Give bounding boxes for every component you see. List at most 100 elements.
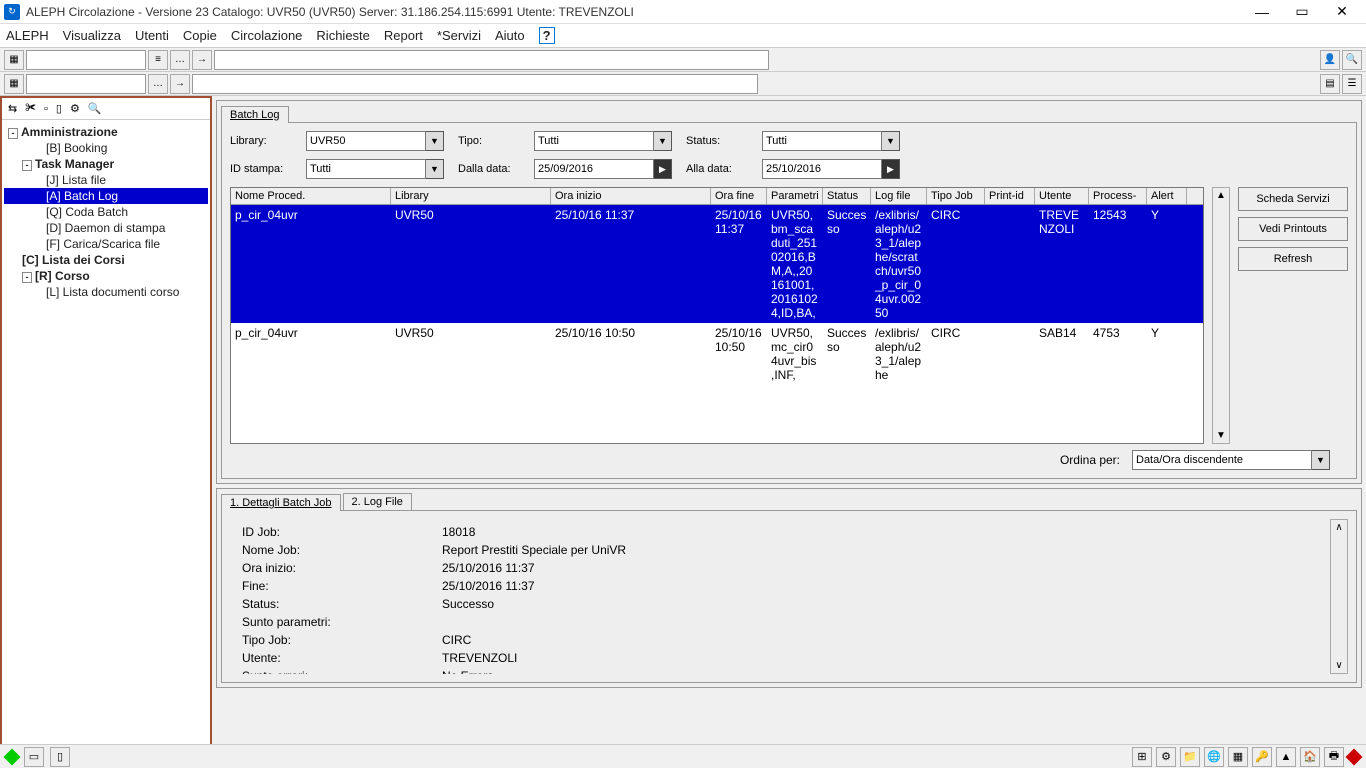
col-print-id[interactable]: Print-id: [985, 188, 1035, 204]
tb1-input[interactable]: [26, 50, 146, 70]
col-process[interactable]: Process-: [1089, 188, 1147, 204]
maximize-button[interactable]: ▭: [1282, 0, 1322, 24]
minimize-button[interactable]: —: [1242, 0, 1282, 24]
refresh-button[interactable]: Refresh: [1238, 247, 1348, 271]
col-ora-fine[interactable]: Ora fine: [711, 188, 767, 204]
col-parametri[interactable]: Parametri: [767, 188, 823, 204]
col-log-file[interactable]: Log file: [871, 188, 927, 204]
filter-tipo[interactable]: [534, 131, 654, 151]
nav-icon-5[interactable]: ⚙: [70, 102, 80, 115]
scroll-down-icon[interactable]: ▼: [1216, 430, 1226, 441]
col-tipo-job[interactable]: Tipo Job: [927, 188, 985, 204]
menu-visualizza[interactable]: Visualizza: [63, 28, 121, 43]
scheda-servizi-button[interactable]: Scheda Servizi: [1238, 187, 1348, 211]
tb1-go-icon[interactable]: →: [192, 50, 212, 70]
table-row[interactable]: p_cir_04uvrUVR5025/10/16 11:3725/10/16 1…: [231, 205, 1203, 323]
filter-alla-data[interactable]: [762, 159, 882, 179]
tree-lista-documenti-corso[interactable]: [L] Lista documenti corso: [4, 284, 208, 300]
sort-combo[interactable]: [1132, 450, 1312, 470]
vedi-printouts-button[interactable]: Vedi Printouts: [1238, 217, 1348, 241]
dropdown-icon[interactable]: ▼: [426, 131, 444, 151]
menu-circolazione[interactable]: Circolazione: [231, 28, 303, 43]
menu-richieste[interactable]: Richieste: [316, 28, 369, 43]
sb-icon-6[interactable]: 🔑: [1252, 747, 1272, 767]
tb2-list-icon[interactable]: ☰: [1342, 74, 1362, 94]
nav-icon-2[interactable]: ✀: [25, 102, 36, 115]
filter-dalla-data[interactable]: [534, 159, 654, 179]
tree-daemon-stampa[interactable]: [D] Daemon di stampa: [4, 220, 208, 236]
tab-dettagli[interactable]: 1. Dettagli Batch Job: [221, 494, 341, 511]
tree-amministrazione[interactable]: -Amministrazione: [4, 124, 208, 140]
col-status[interactable]: Status: [823, 188, 871, 204]
menu-servizi[interactable]: *Servizi: [437, 28, 481, 43]
help-icon[interactable]: ?: [539, 27, 555, 44]
sb-icon-5[interactable]: ▦: [1228, 747, 1248, 767]
sb-icon-2[interactable]: ⚙: [1156, 747, 1176, 767]
col-utente[interactable]: Utente: [1035, 188, 1089, 204]
dropdown-icon[interactable]: ▼: [1312, 450, 1330, 470]
tab-batch-log[interactable]: Batch Log: [221, 106, 289, 123]
tb1-btn1[interactable]: ▦: [4, 50, 24, 70]
tb1-wide-input[interactable]: [214, 50, 769, 70]
tree-lista-file[interactable]: [J] Lista file: [4, 172, 208, 188]
filter-status[interactable]: [762, 131, 882, 151]
dropdown-icon[interactable]: ▼: [654, 131, 672, 151]
status-indicator-red: [1346, 748, 1363, 765]
table-row[interactable]: p_cir_04uvrUVR5025/10/16 10:5025/10/16 1…: [231, 323, 1203, 385]
close-button[interactable]: ✕: [1322, 0, 1362, 24]
col-alert[interactable]: Alert: [1147, 188, 1187, 204]
filter-idstampa[interactable]: [306, 159, 426, 179]
nav-icon-4[interactable]: ▯: [56, 102, 62, 115]
menu-utenti[interactable]: Utenti: [135, 28, 169, 43]
tab-log-file[interactable]: 2. Log File: [343, 493, 412, 510]
label-library: Library:: [230, 135, 300, 147]
tb2-btn1[interactable]: ▦: [4, 74, 24, 94]
dropdown-icon[interactable]: ▼: [882, 131, 900, 151]
tb1-ellipsis-icon[interactable]: …: [170, 50, 190, 70]
col-nome-proced[interactable]: Nome Proced.: [231, 188, 391, 204]
tree-task-manager[interactable]: -Task Manager: [4, 156, 208, 172]
tree-booking[interactable]: [B] Booking: [4, 140, 208, 156]
dropdown-icon[interactable]: ▼: [426, 159, 444, 179]
nav-icon-6[interactable]: 🔍: [88, 102, 102, 115]
nav-icon-1[interactable]: ⇆: [8, 102, 17, 115]
tb1-binoculars-icon[interactable]: 🔍: [1342, 50, 1362, 70]
tb2-input[interactable]: [26, 74, 146, 94]
sb-icon-7[interactable]: ▲: [1276, 747, 1296, 767]
tree-carica-scarica[interactable]: [F] Carica/Scarica file: [4, 236, 208, 252]
tb2-go-icon[interactable]: →: [170, 74, 190, 94]
menu-copie[interactable]: Copie: [183, 28, 217, 43]
sb-left-2[interactable]: ▯: [50, 747, 70, 767]
nav-icon-3[interactable]: ▫: [44, 103, 48, 115]
toolbar-2: ▦ … → ▤ ☰: [0, 72, 1366, 96]
grid-scrollbar[interactable]: ▲▼: [1212, 187, 1230, 444]
details-scrollbar[interactable]: ∧∨: [1330, 519, 1348, 674]
grid-body[interactable]: p_cir_04uvrUVR5025/10/16 11:3725/10/16 1…: [231, 205, 1203, 443]
date-picker-icon[interactable]: ▶: [882, 159, 900, 179]
tree-coda-batch[interactable]: [Q] Coda Batch: [4, 204, 208, 220]
sb-icon-1[interactable]: ⊞: [1132, 747, 1152, 767]
scroll-up-icon[interactable]: ∧: [1335, 522, 1342, 533]
col-ora-inizio[interactable]: Ora inizio: [551, 188, 711, 204]
menu-report[interactable]: Report: [384, 28, 423, 43]
filter-library[interactable]: [306, 131, 426, 151]
tb2-wide-input[interactable]: [192, 74, 758, 94]
tb2-ellipsis-icon[interactable]: …: [148, 74, 168, 94]
scroll-down-icon[interactable]: ∨: [1335, 660, 1342, 671]
tree-corso[interactable]: -[R] Corso: [4, 268, 208, 284]
menu-aleph[interactable]: ALEPH: [6, 28, 49, 43]
sb-icon-9[interactable]: 🖶: [1324, 747, 1344, 767]
date-picker-icon[interactable]: ▶: [654, 159, 672, 179]
tb2-card-icon[interactable]: ▤: [1320, 74, 1340, 94]
tb1-user-icon[interactable]: 👤: [1320, 50, 1340, 70]
sb-icon-4[interactable]: 🌐: [1204, 747, 1224, 767]
sb-icon-8[interactable]: 🏠: [1300, 747, 1320, 767]
scroll-up-icon[interactable]: ▲: [1216, 190, 1226, 201]
menu-aiuto[interactable]: Aiuto: [495, 28, 525, 43]
tree-lista-corsi[interactable]: [C] Lista dei Corsi: [4, 252, 208, 268]
tree-batch-log[interactable]: [A] Batch Log: [4, 188, 208, 204]
sb-icon-3[interactable]: 📁: [1180, 747, 1200, 767]
sb-left-1[interactable]: ▭: [24, 747, 44, 767]
tb1-list-icon[interactable]: ≡: [148, 50, 168, 70]
col-library[interactable]: Library: [391, 188, 551, 204]
